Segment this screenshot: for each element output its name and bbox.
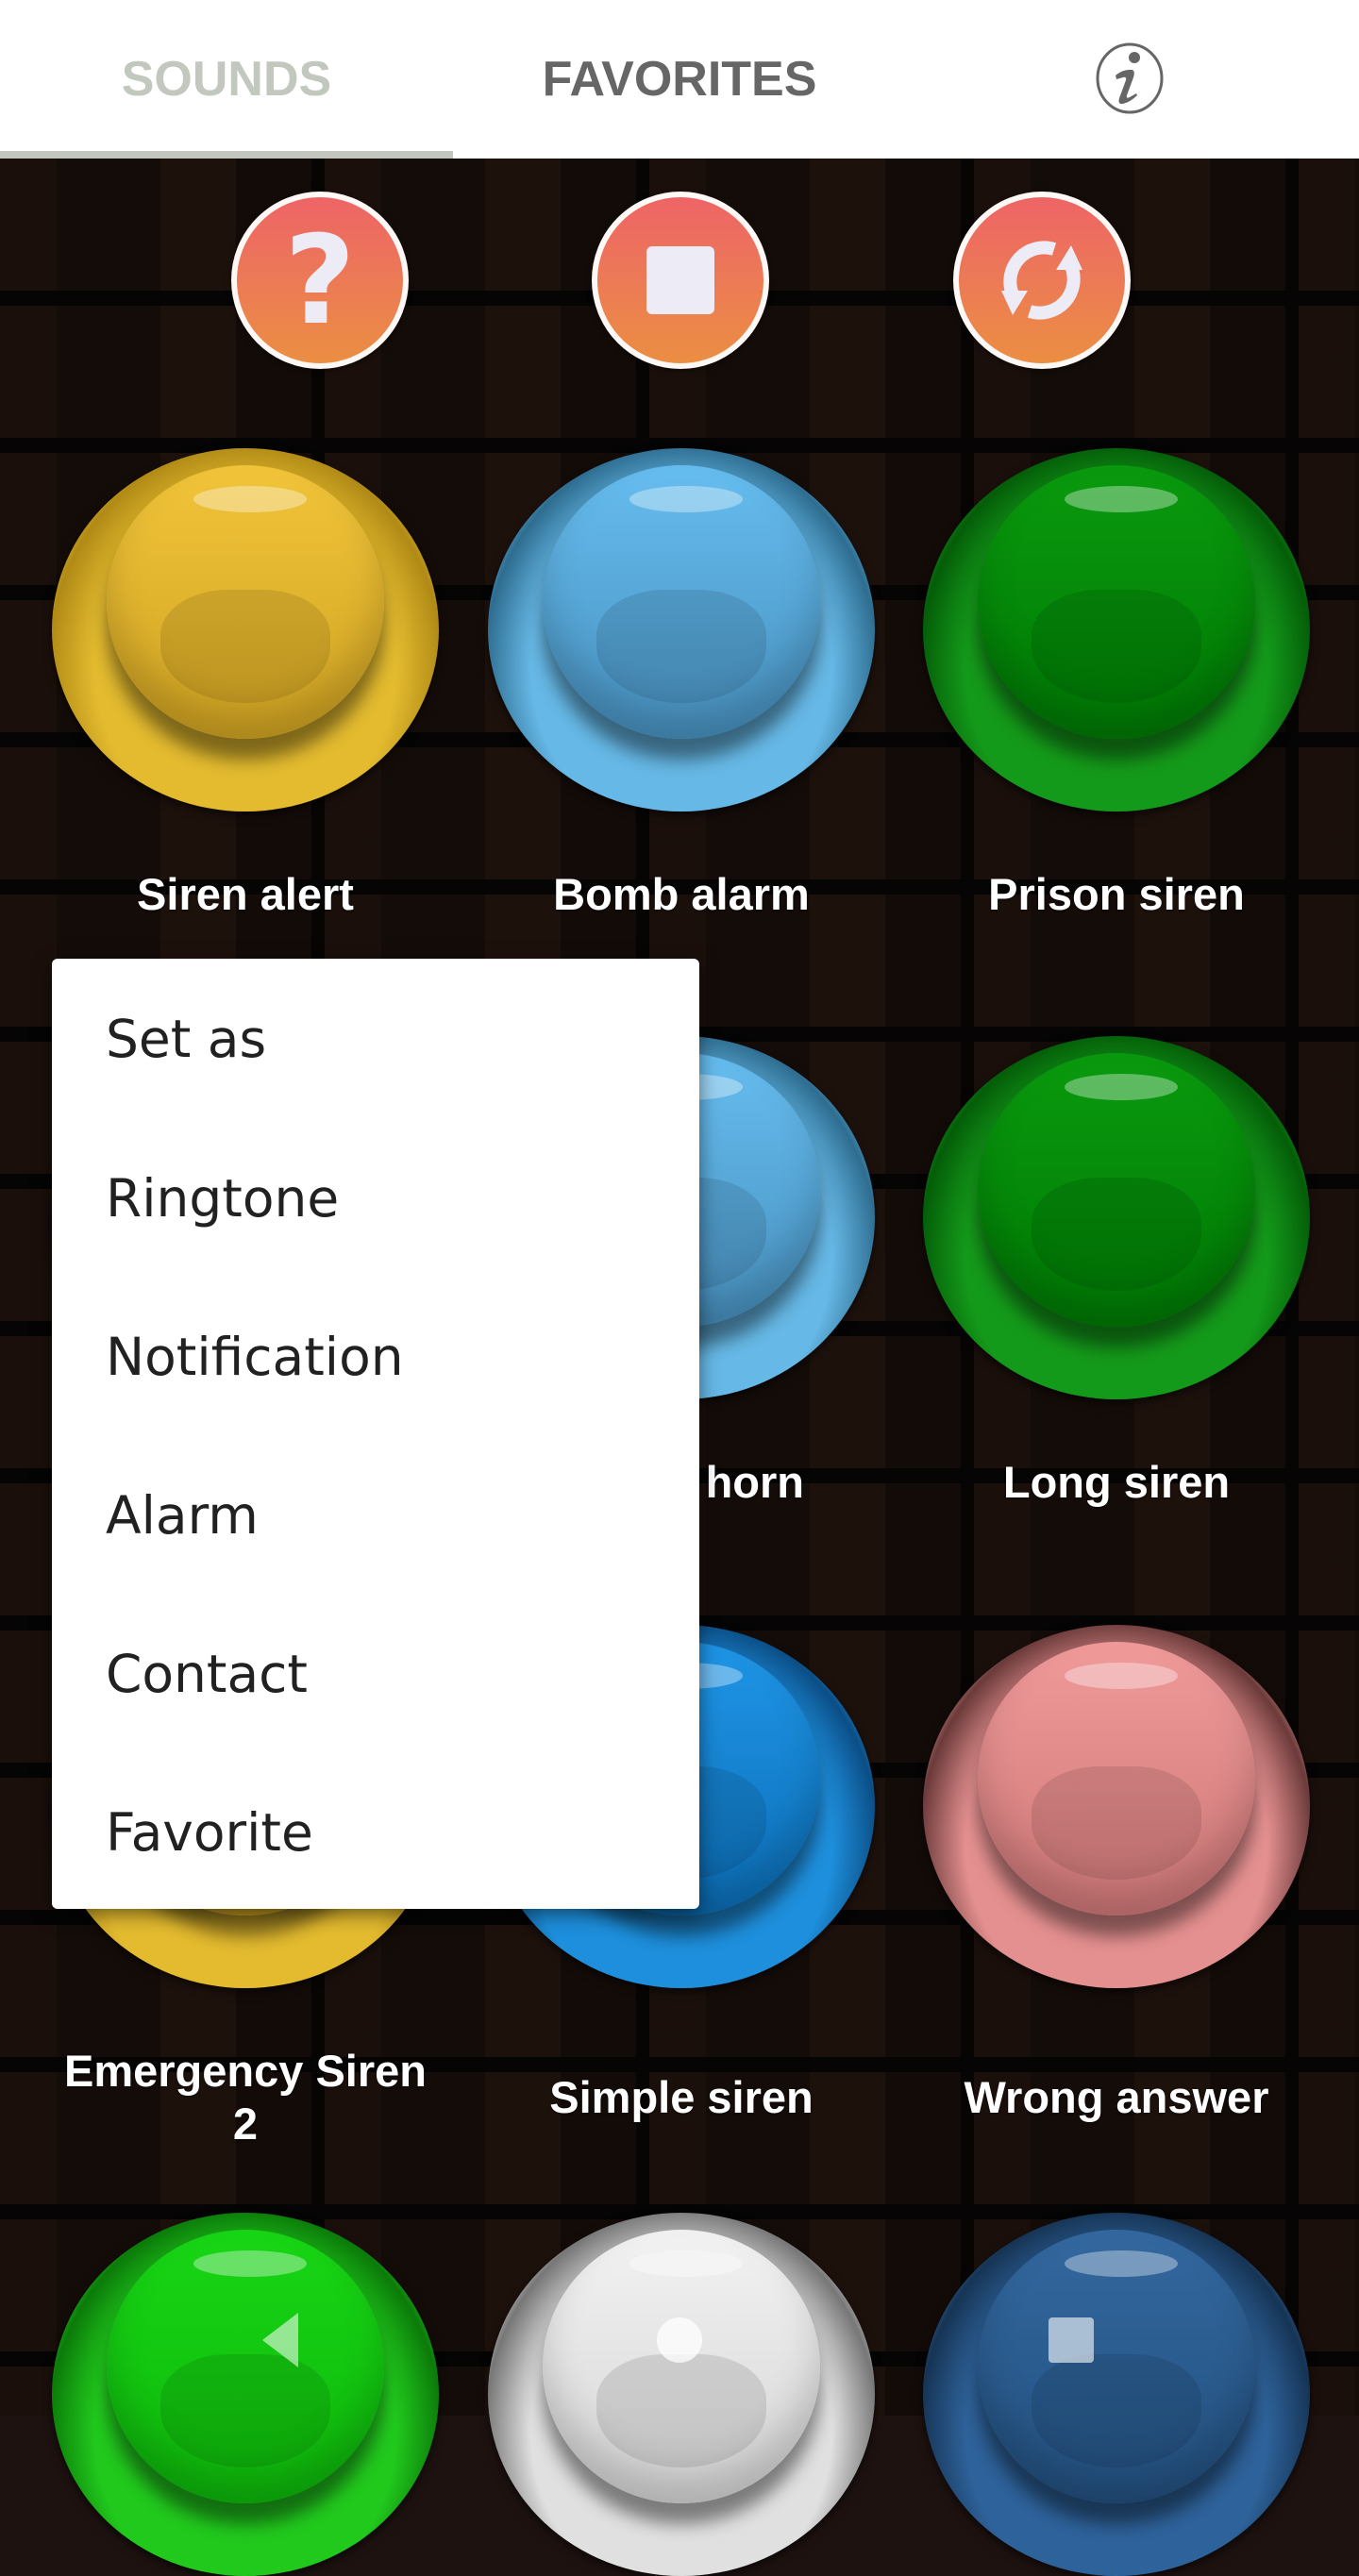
sound-label: Simple siren (549, 2072, 814, 2122)
sound-button-bomb-alarm[interactable]: Bomb alarm (488, 448, 875, 921)
info-button[interactable] (1095, 42, 1165, 115)
tab-bar: SOUNDS FAVORITES (0, 0, 1359, 159)
menu-item-favorite[interactable]: Favorite (52, 1753, 699, 1912)
refresh-icon (1001, 241, 1082, 320)
nav-back-button[interactable] (236, 2293, 330, 2387)
system-navigation-bar (0, 2265, 1359, 2416)
sound-button-image[interactable] (923, 1036, 1310, 1399)
menu-item-notification[interactable]: Notification (52, 1278, 699, 1436)
sound-button-image[interactable] (52, 448, 439, 811)
sound-label: Long siren (1002, 1457, 1231, 1507)
menu-item-contact[interactable]: Contact (52, 1595, 699, 1753)
question-mark-icon: ? (284, 209, 356, 352)
set-as-popup-menu: Set as Ringtone Notification Alarm Conta… (52, 959, 699, 1909)
sound-button-prison-siren[interactable]: Prison siren (923, 448, 1310, 921)
sound-button-long-siren[interactable]: Long siren (923, 1036, 1310, 1509)
sound-button-image[interactable] (923, 1625, 1310, 1988)
tab-favorites[interactable]: FAVORITES (453, 0, 906, 159)
popup-title: Set as (106, 1009, 267, 1069)
back-icon (262, 2313, 298, 2367)
menu-item-ringtone[interactable]: Ringtone (52, 1119, 699, 1278)
nav-home-button[interactable] (632, 2293, 727, 2387)
sound-label: Bomb alarm (553, 869, 810, 919)
sound-button-wrong-answer[interactable]: Wrong answer (923, 1625, 1310, 2124)
tab-sounds[interactable]: SOUNDS (0, 0, 453, 159)
recents-icon (1049, 2317, 1094, 2363)
sound-label: Wrong answer (964, 2072, 1269, 2122)
stop-icon (646, 246, 714, 314)
sound-label: Siren alert (137, 869, 354, 919)
help-button[interactable]: ? (231, 192, 409, 369)
sound-label: Emergency Siren 2 (63, 2046, 427, 2149)
replay-button[interactable] (953, 192, 1131, 369)
menu-item-alarm[interactable]: Alarm (52, 1436, 699, 1595)
nav-recents-button[interactable] (1024, 2293, 1118, 2387)
sound-button-siren-alert[interactable]: Siren alert (52, 448, 439, 921)
home-icon (657, 2317, 702, 2363)
sound-button-image[interactable] (488, 448, 875, 811)
sound-label: Prison siren (988, 869, 1245, 919)
info-icon (1096, 42, 1164, 114)
tab-indicator (0, 151, 453, 159)
sound-button-image[interactable] (923, 448, 1310, 811)
stop-button[interactable] (592, 192, 769, 369)
